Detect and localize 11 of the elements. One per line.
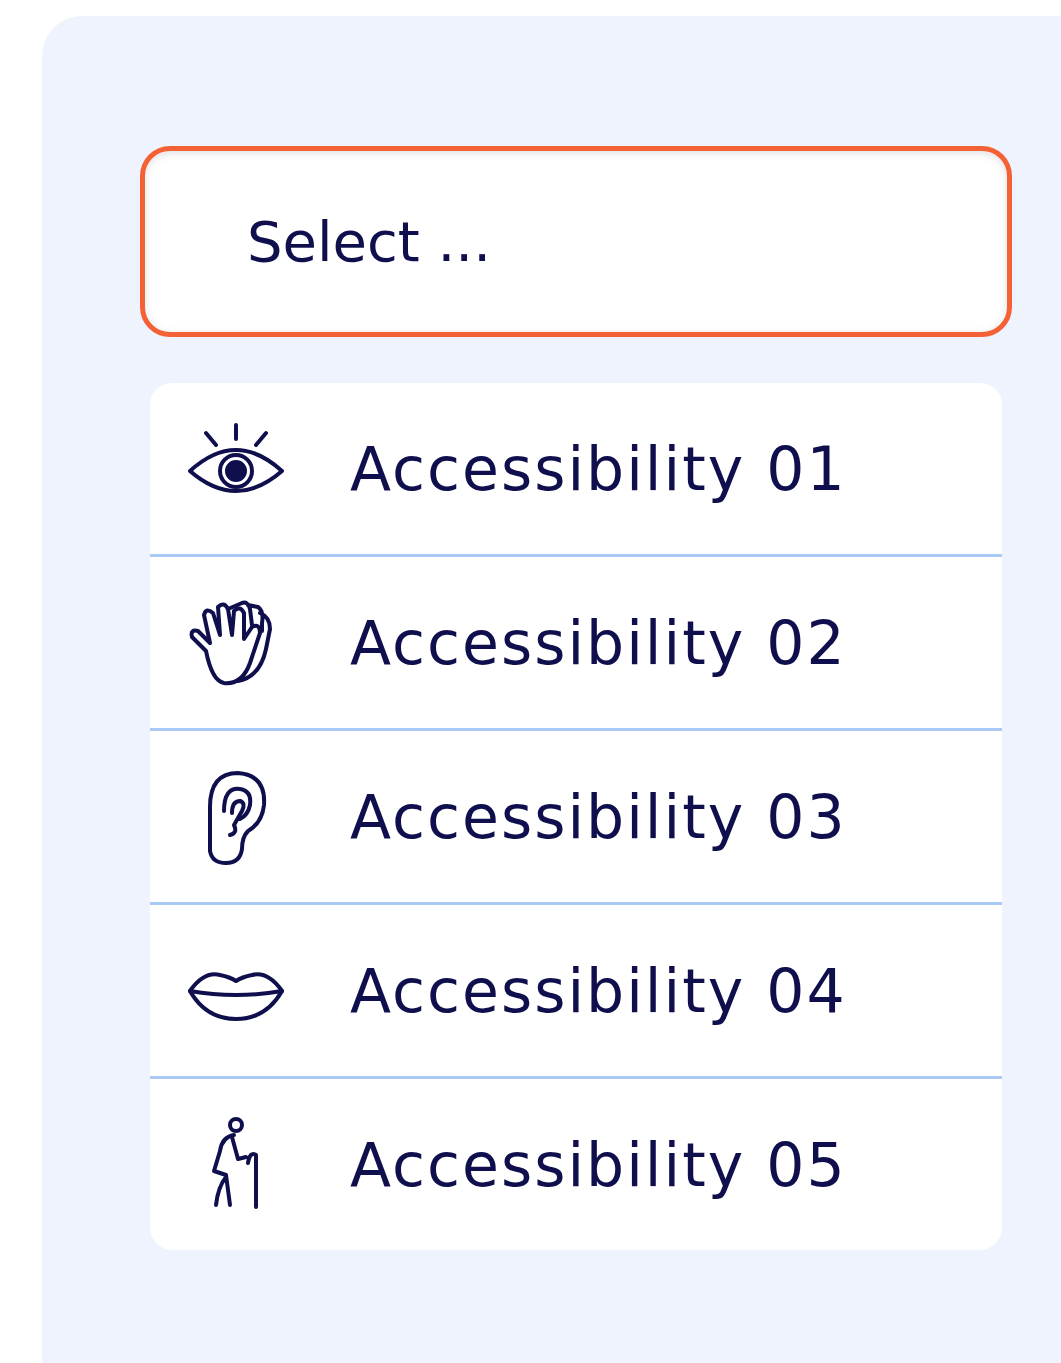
option-item[interactable]: Accessibility 02: [150, 554, 1002, 728]
option-label: Accessibility 02: [350, 607, 847, 678]
option-label: Accessibility 01: [350, 433, 847, 504]
option-label: Accessibility 04: [350, 955, 847, 1026]
option-item[interactable]: Accessibility 01: [150, 383, 1002, 554]
option-label: Accessibility 03: [350, 781, 847, 852]
option-item[interactable]: Accessibility 05: [150, 1076, 1002, 1250]
select-field[interactable]: Select ...: [140, 146, 1012, 337]
option-item[interactable]: Accessibility 03: [150, 728, 1002, 902]
option-item[interactable]: Accessibility 04: [150, 902, 1002, 1076]
option-label: Accessibility 05: [350, 1129, 847, 1200]
